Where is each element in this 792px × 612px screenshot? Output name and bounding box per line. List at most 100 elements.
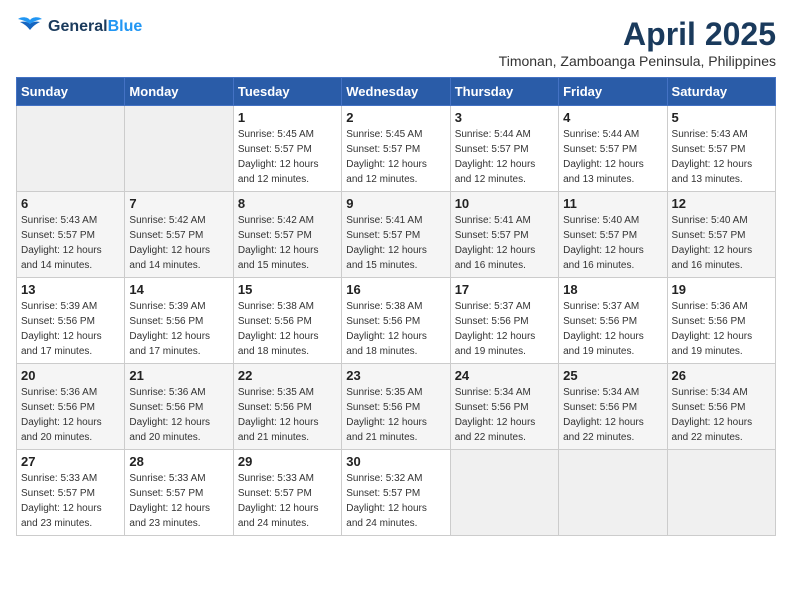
day-info: Sunrise: 5:36 AM Sunset: 5:56 PM Dayligh… [129, 385, 228, 445]
day-number: 7 [129, 196, 228, 211]
day-number: 26 [672, 368, 771, 383]
calendar-cell: 2 Sunrise: 5:45 AM Sunset: 5:57 PM Daylig… [342, 106, 450, 192]
day-info: Sunrise: 5:35 AM Sunset: 5:56 PM Dayligh… [346, 385, 445, 445]
weekday-header-sunday: Sunday [17, 78, 125, 106]
day-info: Sunrise: 5:39 AM Sunset: 5:56 PM Dayligh… [21, 299, 120, 359]
calendar-week-row: 27 Sunrise: 5:33 AM Sunset: 5:57 PM Dayli… [17, 450, 776, 536]
day-number: 17 [455, 282, 554, 297]
logo: GeneralBlue [16, 16, 142, 38]
day-number: 6 [21, 196, 120, 211]
page-header: GeneralBlue April 2025 Timonan, Zamboang… [16, 16, 776, 69]
title-block: April 2025 Timonan, Zamboanga Peninsula,… [499, 16, 776, 69]
calendar-week-row: 6 Sunrise: 5:43 AM Sunset: 5:57 PM Daylig… [17, 192, 776, 278]
day-info: Sunrise: 5:43 AM Sunset: 5:57 PM Dayligh… [21, 213, 120, 273]
day-number: 30 [346, 454, 445, 469]
day-info: Sunrise: 5:40 AM Sunset: 5:57 PM Dayligh… [563, 213, 662, 273]
calendar-header-row: SundayMondayTuesdayWednesdayThursdayFrid… [17, 78, 776, 106]
day-number: 1 [238, 110, 337, 125]
day-info: Sunrise: 5:34 AM Sunset: 5:56 PM Dayligh… [563, 385, 662, 445]
calendar-cell: 20 Sunrise: 5:36 AM Sunset: 5:56 PM Dayli… [17, 364, 125, 450]
day-info: Sunrise: 5:45 AM Sunset: 5:57 PM Dayligh… [346, 127, 445, 187]
calendar-week-row: 20 Sunrise: 5:36 AM Sunset: 5:56 PM Dayli… [17, 364, 776, 450]
calendar-cell: 23 Sunrise: 5:35 AM Sunset: 5:56 PM Dayli… [342, 364, 450, 450]
day-info: Sunrise: 5:38 AM Sunset: 5:56 PM Dayligh… [238, 299, 337, 359]
month-title: April 2025 [499, 16, 776, 53]
day-number: 12 [672, 196, 771, 211]
logo-text: GeneralBlue [48, 18, 142, 36]
calendar-cell: 29 Sunrise: 5:33 AM Sunset: 5:57 PM Dayli… [233, 450, 341, 536]
location-title: Timonan, Zamboanga Peninsula, Philippine… [499, 53, 776, 69]
calendar-cell: 30Sunrise: 5:32 AM Sunset: 5:57 PM Dayli… [342, 450, 450, 536]
calendar-cell: 10 Sunrise: 5:41 AM Sunset: 5:57 PM Dayli… [450, 192, 558, 278]
day-info: Sunrise: 5:37 AM Sunset: 5:56 PM Dayligh… [455, 299, 554, 359]
calendar-table: SundayMondayTuesdayWednesdayThursdayFrid… [16, 77, 776, 536]
calendar-cell: 26Sunrise: 5:34 AM Sunset: 5:56 PM Dayli… [667, 364, 775, 450]
calendar-cell: 4 Sunrise: 5:44 AM Sunset: 5:57 PM Daylig… [559, 106, 667, 192]
day-info: Sunrise: 5:43 AM Sunset: 5:57 PM Dayligh… [672, 127, 771, 187]
calendar-cell: 18 Sunrise: 5:37 AM Sunset: 5:56 PM Dayli… [559, 278, 667, 364]
day-number: 4 [563, 110, 662, 125]
calendar-cell: 12Sunrise: 5:40 AM Sunset: 5:57 PM Dayli… [667, 192, 775, 278]
day-number: 13 [21, 282, 120, 297]
day-info: Sunrise: 5:37 AM Sunset: 5:56 PM Dayligh… [563, 299, 662, 359]
calendar-cell: 28 Sunrise: 5:33 AM Sunset: 5:57 PM Dayli… [125, 450, 233, 536]
day-number: 9 [346, 196, 445, 211]
day-number: 19 [672, 282, 771, 297]
day-info: Sunrise: 5:36 AM Sunset: 5:56 PM Dayligh… [21, 385, 120, 445]
calendar-cell [559, 450, 667, 536]
calendar-cell: 22 Sunrise: 5:35 AM Sunset: 5:56 PM Dayli… [233, 364, 341, 450]
day-number: 11 [563, 196, 662, 211]
day-info: Sunrise: 5:34 AM Sunset: 5:56 PM Dayligh… [455, 385, 554, 445]
day-info: Sunrise: 5:44 AM Sunset: 5:57 PM Dayligh… [563, 127, 662, 187]
day-info: Sunrise: 5:44 AM Sunset: 5:57 PM Dayligh… [455, 127, 554, 187]
day-info: Sunrise: 5:35 AM Sunset: 5:56 PM Dayligh… [238, 385, 337, 445]
day-number: 15 [238, 282, 337, 297]
calendar-cell: 8Sunrise: 5:42 AM Sunset: 5:57 PM Daylig… [233, 192, 341, 278]
day-info: Sunrise: 5:33 AM Sunset: 5:57 PM Dayligh… [21, 471, 120, 531]
day-number: 21 [129, 368, 228, 383]
calendar-cell: 9 Sunrise: 5:41 AM Sunset: 5:57 PM Daylig… [342, 192, 450, 278]
calendar-cell: 13 Sunrise: 5:39 AM Sunset: 5:56 PM Dayli… [17, 278, 125, 364]
calendar-cell: 3 Sunrise: 5:44 AM Sunset: 5:57 PM Daylig… [450, 106, 558, 192]
calendar-cell: 19Sunrise: 5:36 AM Sunset: 5:56 PM Dayli… [667, 278, 775, 364]
calendar-cell: 21 Sunrise: 5:36 AM Sunset: 5:56 PM Dayli… [125, 364, 233, 450]
weekday-header-monday: Monday [125, 78, 233, 106]
calendar-cell: 25 Sunrise: 5:34 AM Sunset: 5:56 PM Dayli… [559, 364, 667, 450]
weekday-header-thursday: Thursday [450, 78, 558, 106]
day-number: 2 [346, 110, 445, 125]
calendar-cell: 1 Sunrise: 5:45 AM Sunset: 5:57 PM Daylig… [233, 106, 341, 192]
calendar-cell: 24Sunrise: 5:34 AM Sunset: 5:56 PM Dayli… [450, 364, 558, 450]
day-info: Sunrise: 5:39 AM Sunset: 5:56 PM Dayligh… [129, 299, 228, 359]
day-info: Sunrise: 5:33 AM Sunset: 5:57 PM Dayligh… [129, 471, 228, 531]
calendar-cell: 11 Sunrise: 5:40 AM Sunset: 5:57 PM Dayli… [559, 192, 667, 278]
day-info: Sunrise: 5:42 AM Sunset: 5:57 PM Dayligh… [129, 213, 228, 273]
calendar-cell: 16Sunrise: 5:38 AM Sunset: 5:56 PM Dayli… [342, 278, 450, 364]
day-info: Sunrise: 5:41 AM Sunset: 5:57 PM Dayligh… [346, 213, 445, 273]
calendar-cell [667, 450, 775, 536]
day-number: 23 [346, 368, 445, 383]
calendar-week-row: 13 Sunrise: 5:39 AM Sunset: 5:56 PM Dayli… [17, 278, 776, 364]
calendar-cell [450, 450, 558, 536]
day-info: Sunrise: 5:45 AM Sunset: 5:57 PM Dayligh… [238, 127, 337, 187]
day-number: 22 [238, 368, 337, 383]
calendar-cell: 6 Sunrise: 5:43 AM Sunset: 5:57 PM Daylig… [17, 192, 125, 278]
day-number: 25 [563, 368, 662, 383]
calendar-cell: 15 Sunrise: 5:38 AM Sunset: 5:56 PM Dayli… [233, 278, 341, 364]
calendar-cell: 7 Sunrise: 5:42 AM Sunset: 5:57 PM Daylig… [125, 192, 233, 278]
day-number: 20 [21, 368, 120, 383]
day-info: Sunrise: 5:41 AM Sunset: 5:57 PM Dayligh… [455, 213, 554, 273]
day-info: Sunrise: 5:38 AM Sunset: 5:56 PM Dayligh… [346, 299, 445, 359]
day-number: 29 [238, 454, 337, 469]
day-info: Sunrise: 5:42 AM Sunset: 5:57 PM Dayligh… [238, 213, 337, 273]
day-info: Sunrise: 5:33 AM Sunset: 5:57 PM Dayligh… [238, 471, 337, 531]
day-number: 28 [129, 454, 228, 469]
day-number: 18 [563, 282, 662, 297]
calendar-cell: 5Sunrise: 5:43 AM Sunset: 5:57 PM Daylig… [667, 106, 775, 192]
day-number: 27 [21, 454, 120, 469]
day-number: 10 [455, 196, 554, 211]
logo-bird-icon [16, 16, 44, 38]
calendar-cell [17, 106, 125, 192]
calendar-cell [125, 106, 233, 192]
calendar-week-row: 1 Sunrise: 5:45 AM Sunset: 5:57 PM Daylig… [17, 106, 776, 192]
day-number: 3 [455, 110, 554, 125]
